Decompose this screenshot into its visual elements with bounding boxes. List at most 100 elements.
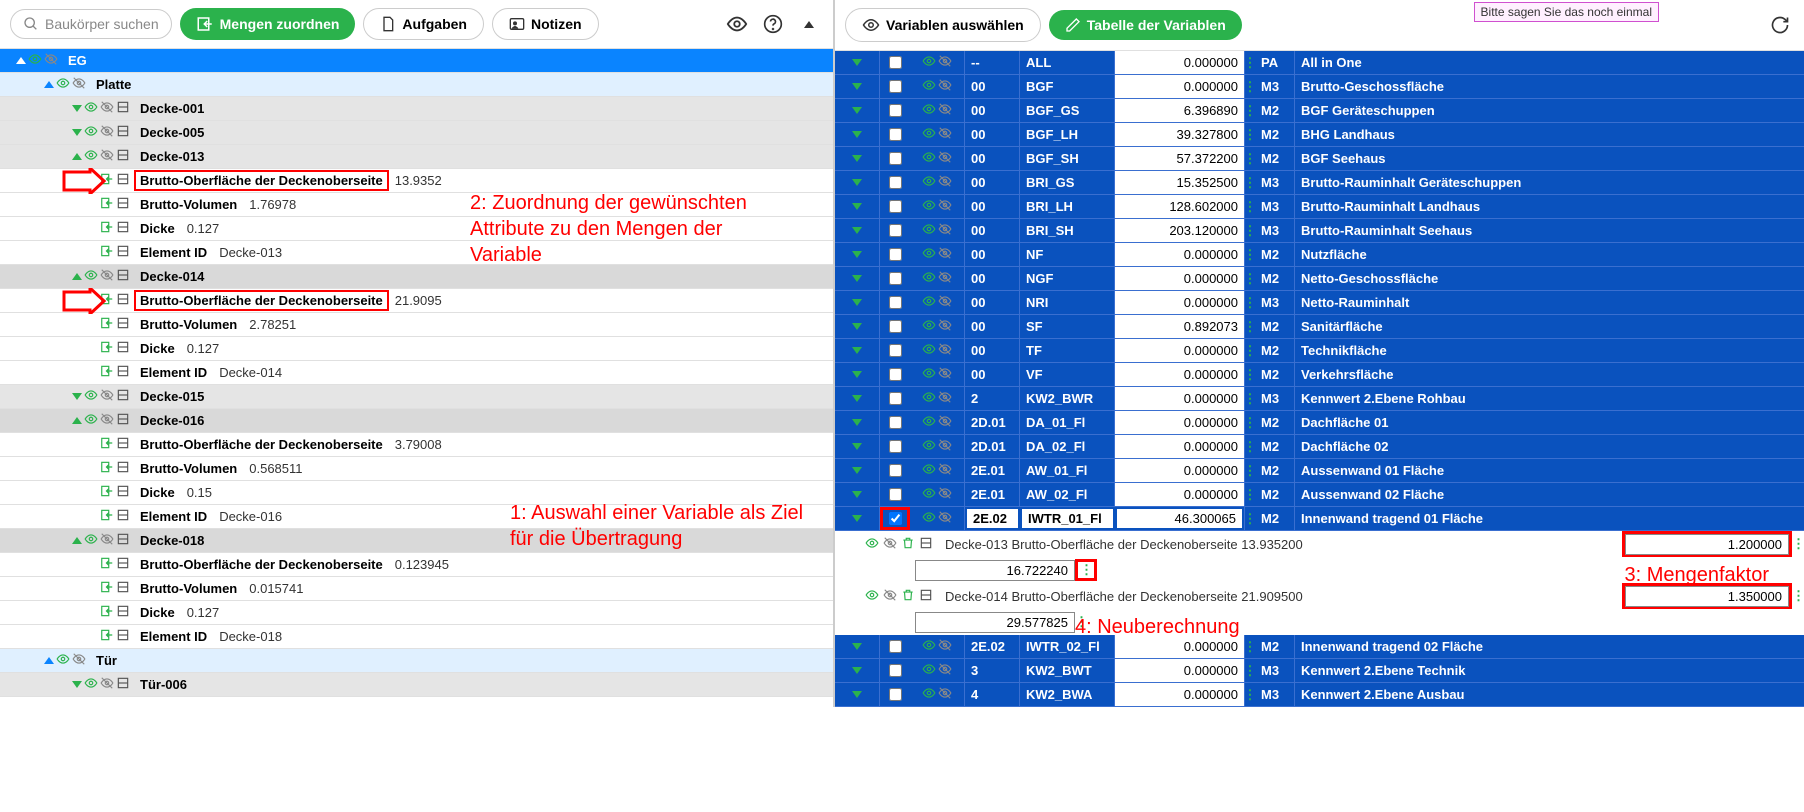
row-value-input[interactable] [1115, 123, 1244, 146]
eye-icon[interactable] [922, 438, 936, 455]
eye-off-icon[interactable] [938, 366, 952, 383]
row-value-input[interactable] [1115, 315, 1244, 338]
eye-icon[interactable] [922, 222, 936, 239]
more-icon[interactable]: ⋮ [1245, 51, 1255, 74]
row-checkbox[interactable] [889, 176, 902, 189]
expand-icon[interactable] [72, 105, 82, 112]
expand-icon[interactable] [852, 667, 862, 674]
eye-icon[interactable] [922, 510, 936, 527]
more-icon[interactable]: ⋮ [1245, 635, 1255, 658]
tree-row[interactable]: EG [0, 49, 833, 73]
row-value-input[interactable] [1115, 243, 1244, 266]
variable-row[interactable]: 00 BGF_GS ⋮ M2 BGF Geräteschuppen [835, 99, 1804, 123]
row-checkbox[interactable] [889, 296, 902, 309]
eye-icon[interactable] [84, 412, 98, 429]
eye-off-icon[interactable] [938, 438, 952, 455]
expand-icon[interactable] [852, 371, 862, 378]
variable-row[interactable]: 00 TF ⋮ M2 Technikfläche [835, 339, 1804, 363]
select-vars-button[interactable]: Variablen auswählen [845, 8, 1041, 42]
variable-row[interactable]: 00 BGF ⋮ M3 Brutto-Geschossfläche [835, 75, 1804, 99]
more-icon[interactable]: ⋮ [1245, 99, 1255, 122]
more-icon[interactable]: ⋮ [1245, 459, 1255, 482]
assign-icon[interactable] [100, 364, 114, 381]
eye-off-icon[interactable] [938, 222, 952, 239]
eye-icon[interactable] [922, 246, 936, 263]
variable-row[interactable]: 00 BRI_SH ⋮ M3 Brutto-Rauminhalt Seehaus [835, 219, 1804, 243]
more-icon[interactable]: ⋮ [1245, 315, 1255, 338]
eye-icon[interactable] [922, 294, 936, 311]
eye-icon[interactable] [922, 390, 936, 407]
expand-icon[interactable] [852, 203, 862, 210]
tree-row[interactable]: Brutto-Oberfläche der Deckenoberseite0.1… [0, 553, 833, 577]
row-checkbox[interactable] [889, 664, 902, 677]
assign-icon[interactable] [100, 628, 114, 645]
row-value-input[interactable] [1115, 363, 1244, 386]
expand-icon[interactable] [852, 395, 862, 402]
assign-icon[interactable] [100, 244, 114, 261]
tree-row[interactable]: Dicke0.127 [0, 601, 833, 625]
eye-icon[interactable] [84, 100, 98, 117]
more-icon[interactable]: ⋮ [1245, 267, 1255, 290]
expand-icon[interactable] [44, 657, 54, 664]
row-value-input[interactable] [1115, 483, 1244, 506]
eye-icon[interactable] [922, 342, 936, 359]
eye-off-icon[interactable] [938, 270, 952, 287]
variable-row[interactable]: 00 BGF_LH ⋮ M2 BHG Landhaus [835, 123, 1804, 147]
expand-icon[interactable] [852, 515, 862, 522]
eye-icon[interactable] [84, 124, 98, 141]
expand-icon[interactable] [72, 417, 82, 424]
row-value-input[interactable] [1115, 435, 1244, 458]
eye-icon[interactable] [922, 78, 936, 95]
eye-icon[interactable] [922, 686, 936, 703]
row-value-input[interactable] [1115, 339, 1244, 362]
tree-row[interactable]: Decke-001 [0, 97, 833, 121]
eye-off-icon[interactable] [938, 102, 952, 119]
eye-off-icon[interactable] [938, 318, 952, 335]
expand-icon[interactable] [852, 251, 862, 258]
recalc-icon[interactable]: ⋮ [1075, 559, 1097, 581]
eye-icon[interactable] [922, 174, 936, 191]
more-icon[interactable]: ⋮ [1245, 659, 1255, 682]
eye-icon[interactable] [28, 52, 42, 69]
expand-icon[interactable] [852, 491, 862, 498]
row-checkbox[interactable] [889, 56, 902, 69]
assign-button[interactable]: Mengen zuordnen [180, 8, 356, 40]
row-value-input[interactable] [1115, 507, 1244, 530]
more-icon[interactable]: ⋮ [1245, 411, 1255, 434]
more-icon[interactable]: ⋮ [1245, 123, 1255, 146]
row-checkbox[interactable] [889, 416, 902, 429]
row-checkbox[interactable] [889, 640, 902, 653]
expand-icon[interactable] [72, 681, 82, 688]
variable-row[interactable]: 2E.01 AW_02_Fl ⋮ M2 Aussenwand 02 Fläche [835, 483, 1804, 507]
row-value-input[interactable] [1115, 219, 1244, 242]
expand-icon[interactable] [16, 57, 26, 64]
eye-off-icon[interactable] [938, 174, 952, 191]
eye-off-icon[interactable] [44, 52, 58, 69]
expand-icon[interactable] [852, 275, 862, 282]
row-checkbox[interactable] [889, 368, 902, 381]
row-value-input[interactable] [1115, 459, 1244, 482]
more-icon[interactable]: ⋮ [1245, 171, 1255, 194]
row-value-input[interactable] [1115, 51, 1244, 74]
eye-off-icon[interactable] [938, 510, 952, 527]
expand-icon[interactable] [72, 153, 82, 160]
assign-icon[interactable] [100, 556, 114, 573]
eye-icon[interactable] [84, 148, 98, 165]
variable-row[interactable]: 00 NF ⋮ M2 Nutzfläche [835, 243, 1804, 267]
variable-row[interactable]: 00 NRI ⋮ M3 Netto-Rauminhalt [835, 291, 1804, 315]
row-value-input[interactable] [1115, 195, 1244, 218]
expand-icon[interactable] [72, 129, 82, 136]
expand-icon[interactable] [852, 83, 862, 90]
expand-icon[interactable] [72, 537, 82, 544]
tree-row[interactable]: Dicke0.127 [0, 337, 833, 361]
eye-off-icon[interactable] [938, 486, 952, 503]
eye-off-icon[interactable] [938, 390, 952, 407]
eye-icon[interactable] [84, 388, 98, 405]
variable-row[interactable]: 2D.01 DA_01_Fl ⋮ M2 Dachfläche 01 [835, 411, 1804, 435]
eye-icon[interactable] [922, 662, 936, 679]
expand-icon[interactable] [852, 643, 862, 650]
eye-icon[interactable] [922, 102, 936, 119]
assign-icon[interactable] [100, 340, 114, 357]
assign-icon[interactable] [100, 460, 114, 477]
eye-icon[interactable] [84, 676, 98, 693]
